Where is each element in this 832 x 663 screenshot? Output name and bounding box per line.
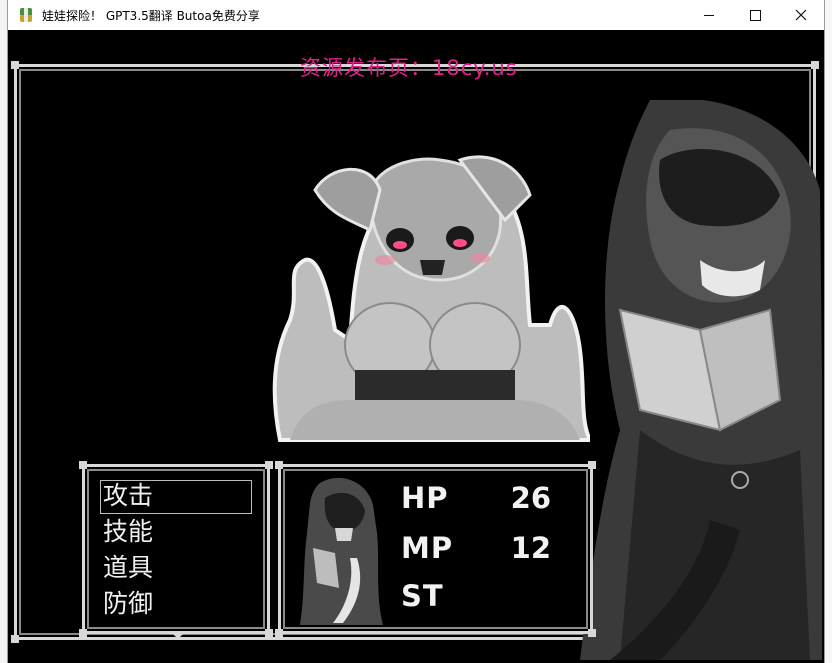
desktop-background-right [824,0,832,663]
close-button[interactable] [778,0,824,30]
player-character-illustration [580,100,822,660]
close-icon [795,9,807,21]
command-skill[interactable]: 技能 [99,515,253,551]
game-canvas[interactable]: 资源发布页：18cy.us 攻击 技能 道具 防御 HP 26 MP 12 ST [10,30,822,663]
mp-value: 12 [510,531,551,565]
window-title: 娃娃探险！ GPT3.5翻译 Butoa免费分享 [42,8,260,23]
command-guard[interactable]: 防御 [99,587,253,623]
enemy-slime-girl[interactable] [260,150,590,445]
st-row: ST [401,579,571,613]
maximize-icon [749,9,761,21]
minimize-icon [704,14,714,16]
maximize-button[interactable] [732,0,778,30]
command-attack[interactable]: 攻击 [99,479,253,515]
status-window: HP 26 MP 12 ST [275,461,596,637]
hp-value: 26 [510,481,551,515]
hp-label: HP [401,481,449,515]
app-icon [18,7,34,23]
command-item[interactable]: 道具 [99,551,253,587]
game-window: 娃娃探险！ GPT3.5翻译 Butoa免费分享 资源发布页：18cy.us 攻… [8,0,824,663]
minimize-button[interactable] [686,0,732,30]
title-bar[interactable]: 娃娃探险！ GPT3.5翻译 Butoa免费分享 [8,0,824,30]
command-menu-window: 攻击 技能 道具 防御 [79,461,273,639]
scroll-down-arrow-icon[interactable] [171,632,185,639]
mp-label: MP [401,531,454,565]
st-label: ST [401,579,444,613]
player-portrait [300,477,383,625]
watermark-text: 资源发布页：18cy.us [300,56,518,80]
hp-row: HP 26 [401,481,571,515]
command-list: 攻击 技能 道具 防御 [99,479,253,623]
mp-row: MP 12 [401,531,571,565]
